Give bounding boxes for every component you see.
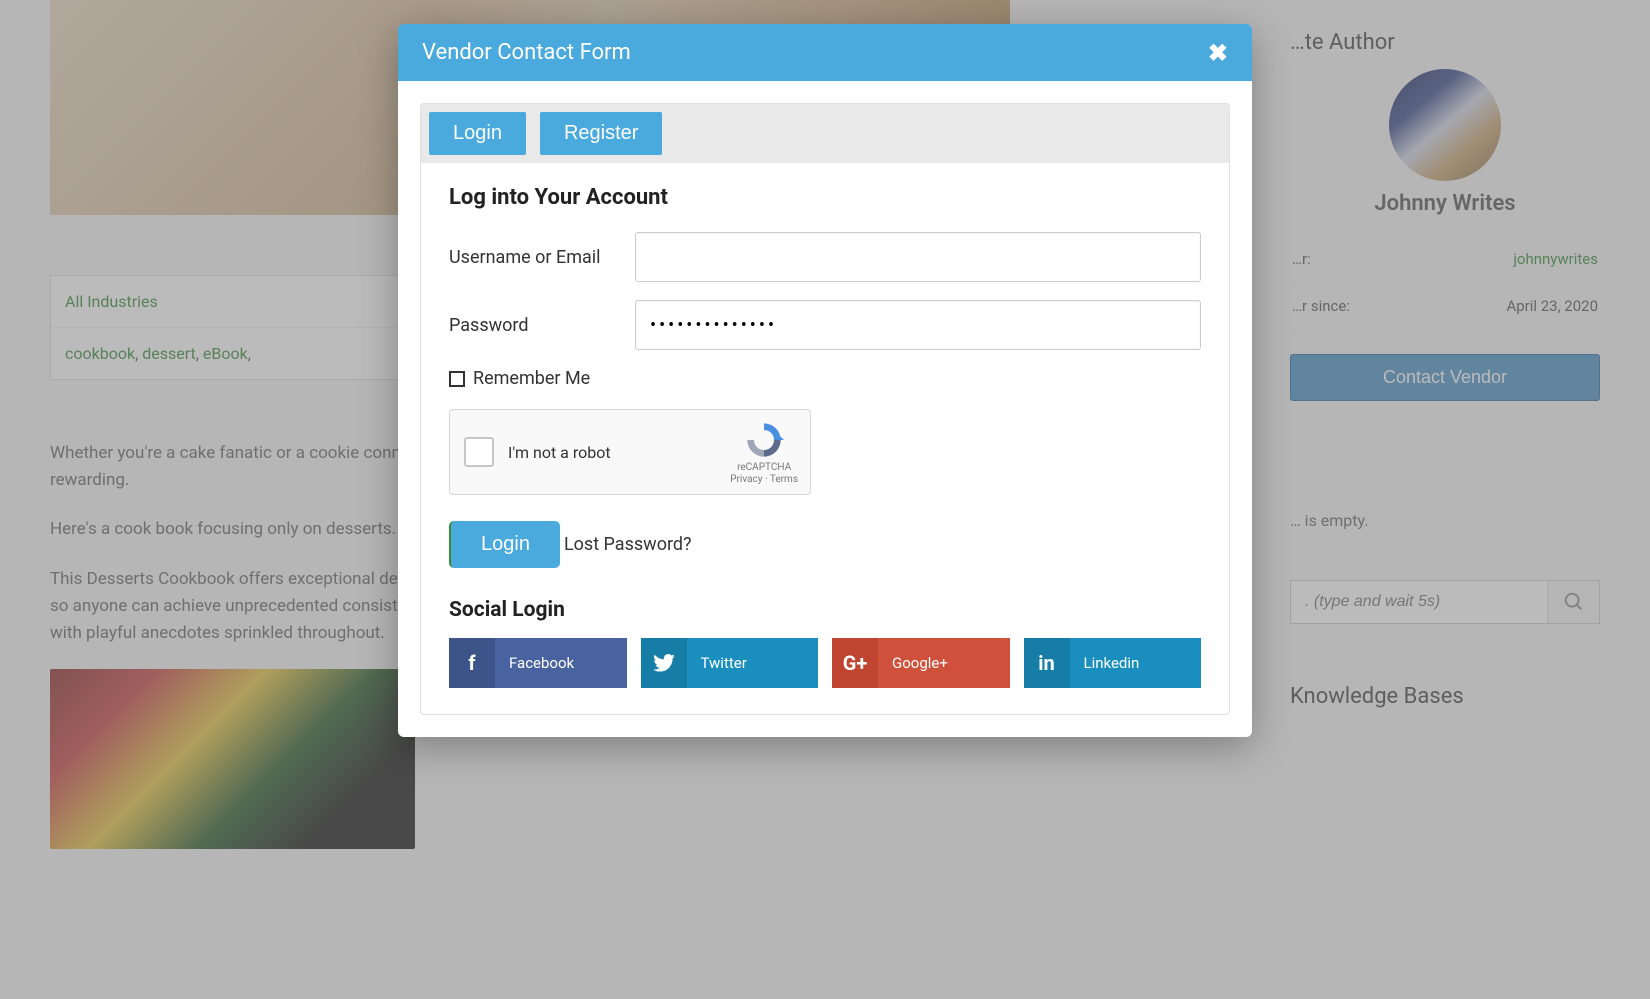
tab-bar: Login Register [421,104,1229,163]
form-heading: Log into Your Account [449,185,1201,210]
googleplus-icon: G+ [832,638,878,688]
recaptcha-checkbox[interactable] [464,437,494,467]
social-googleplus-button[interactable]: G+ Google+ [832,638,1010,688]
password-input[interactable] [635,300,1201,350]
remember-label: Remember Me [473,368,590,389]
recaptcha-label: I'm not a robot [508,443,611,462]
remember-checkbox[interactable] [449,371,465,387]
social-label: Linkedin [1070,654,1202,672]
twitter-icon [641,638,687,688]
social-login-heading: Social Login [449,598,1201,622]
tab-login[interactable]: Login [429,112,526,155]
modal-header: Vendor Contact Form ✖ [398,24,1252,81]
login-button[interactable]: Login [449,521,560,568]
username-label: Username or Email [449,247,635,268]
login-form: Log into Your Account Username or Email … [421,163,1229,714]
social-twitter-button[interactable]: Twitter [641,638,819,688]
social-facebook-button[interactable]: f Facebook [449,638,627,688]
vendor-contact-modal: Vendor Contact Form ✖ Login Register Log… [398,24,1252,737]
social-login-row: f Facebook Twitter G+ Google+ [449,638,1201,688]
facebook-icon: f [449,638,495,688]
social-label: Google+ [878,654,1010,672]
modal-body: Login Register Log into Your Account Use… [398,81,1252,737]
username-row: Username or Email [449,232,1201,282]
remember-row: Remember Me [449,368,1201,389]
modal-title: Vendor Contact Form [422,40,631,65]
action-row: Login Lost Password? [449,521,1201,568]
recaptcha-icon [744,420,784,460]
recaptcha-brand-text: reCAPTCHA [730,462,798,474]
social-label: Facebook [495,654,627,672]
recaptcha-links[interactable]: Privacy · Terms [730,474,798,486]
lost-password-link[interactable]: Lost Password? [564,534,692,555]
social-label: Twitter [687,654,819,672]
auth-panel: Login Register Log into Your Account Use… [420,103,1230,715]
username-input[interactable] [635,232,1201,282]
password-row: Password [449,300,1201,350]
social-linkedin-button[interactable]: in Linkedin [1024,638,1202,688]
tab-register[interactable]: Register [540,112,662,155]
close-icon[interactable]: ✖ [1208,41,1228,65]
password-label: Password [449,315,635,336]
recaptcha-widget: I'm not a robot reCAPTCHA Privacy · Term… [449,409,811,495]
recaptcha-branding: reCAPTCHA Privacy · Terms [730,420,798,486]
modal-overlay[interactable]: Vendor Contact Form ✖ Login Register Log… [0,0,1650,999]
linkedin-icon: in [1024,638,1070,688]
